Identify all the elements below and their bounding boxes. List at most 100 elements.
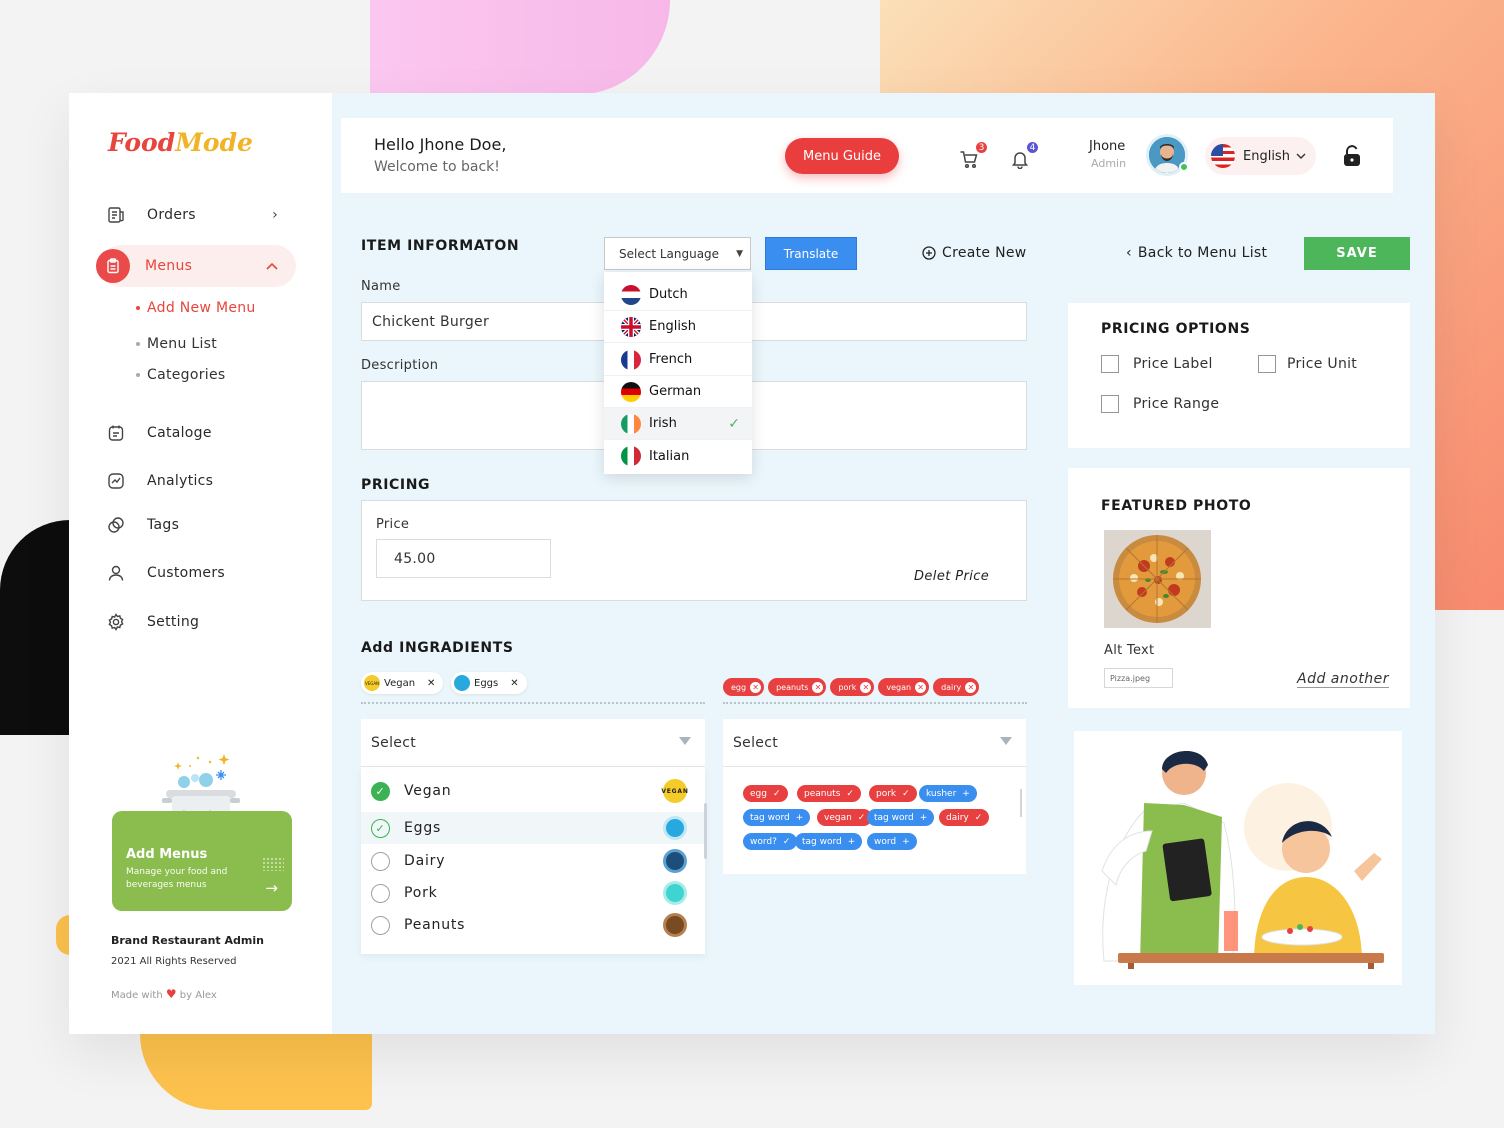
selected-chip-vegan[interactable]: VEGAN Vegan ✕	[361, 672, 444, 694]
price-label-option: Price Label	[1133, 356, 1213, 372]
ingredient-options-list: ✓ Vegan VEGAN ✓ Eggs Dairy Pork Peanuts	[361, 767, 707, 954]
promo-subtitle: Manage your food and beverages menus	[126, 867, 228, 890]
chevron-down-icon	[1296, 151, 1306, 162]
chip-peanuts[interactable]: peanuts ✕	[768, 678, 827, 696]
footer-company: Brand Restaurant Admin	[111, 934, 264, 947]
chevron-left-icon: ‹	[1126, 245, 1132, 261]
online-status-dot	[1179, 162, 1189, 172]
ingredient-option-eggs[interactable]: ✓ Eggs	[361, 812, 705, 844]
language-option-irish[interactable]: Irish ✓	[604, 408, 752, 440]
pricing-options-title: PRICING OPTIONS	[1101, 321, 1251, 337]
item-information-title: ITEM INFORMATON	[361, 238, 520, 254]
peanuts-icon	[663, 913, 687, 937]
save-button[interactable]: SAVE	[1304, 237, 1410, 270]
ingredient-option-vegan[interactable]: ✓ Vegan VEGAN	[361, 775, 705, 807]
selected-chip-eggs[interactable]: Eggs ✕	[451, 672, 527, 694]
tag-egg[interactable]: egg ✓	[743, 785, 788, 802]
sidebar-item-cataloge[interactable]: Cataloge	[100, 412, 296, 454]
french-flag-icon	[621, 349, 641, 370]
brand-logo[interactable]: FoodMode	[108, 128, 253, 157]
price-input[interactable]: 45.00	[376, 539, 551, 578]
scrollbar[interactable]	[1020, 789, 1022, 817]
price-range-checkbox[interactable]	[1101, 395, 1119, 413]
tag-vegan[interactable]: vegan ✓	[817, 809, 873, 826]
tag-kusher[interactable]: kusher +	[919, 785, 977, 802]
language-option-german[interactable]: German	[604, 376, 752, 408]
checked-radio-icon: ✓	[371, 781, 390, 801]
check-icon: ✓	[728, 415, 740, 432]
language-option-italian[interactable]: Italian	[604, 440, 752, 472]
price-range-option: Price Range	[1133, 396, 1220, 412]
eggs-icon	[663, 816, 687, 840]
user-icon	[106, 563, 126, 583]
alt-text-input[interactable]: Pizza.jpeg	[1104, 668, 1173, 688]
notification-button[interactable]: 4	[1007, 140, 1040, 172]
submenu-categories[interactable]: Categories	[136, 367, 225, 383]
language-option-english[interactable]: English	[604, 311, 752, 343]
ingredient-option-pork[interactable]: Pork	[361, 877, 705, 909]
chip-vegan[interactable]: vegan ✕	[878, 678, 930, 696]
tag-tag-word[interactable]: tag word +	[743, 809, 811, 826]
create-new-button[interactable]: Create New	[922, 245, 1027, 261]
submenu-menu-list[interactable]: Menu List	[136, 336, 217, 352]
chip-pork[interactable]: pork ✕	[830, 678, 875, 696]
caret-down-icon: ▼	[736, 249, 743, 259]
sidebar-item-orders[interactable]: Orders ›	[100, 194, 296, 236]
tag-pork[interactable]: pork ✓	[869, 785, 917, 802]
price-label: Price	[376, 517, 410, 532]
add-menus-promo-card[interactable]: Add Menus Manage your food and beverages…	[112, 811, 292, 911]
language-option-french[interactable]: French	[604, 344, 752, 376]
divider	[723, 702, 1027, 704]
italian-flag-icon	[621, 446, 641, 466]
dairy-icon	[663, 849, 687, 873]
sidebar-item-menus[interactable]: Menus	[96, 245, 296, 287]
price-unit-checkbox[interactable]	[1258, 355, 1276, 373]
catalog-icon	[106, 423, 126, 443]
pizza-photo[interactable]	[1104, 530, 1211, 628]
back-to-menu-list-link[interactable]: ‹ Back to Menu List	[1126, 245, 1267, 261]
tag-peanuts[interactable]: peanuts ✓	[797, 785, 861, 802]
tag-dairy[interactable]: dairy ✓	[939, 809, 990, 826]
welcome-text: Welcome to back!	[374, 159, 500, 175]
chip-egg[interactable]: egg ✕	[723, 678, 765, 696]
menu-guide-button[interactable]: Menu Guide	[785, 138, 899, 174]
lock-button[interactable]	[1343, 145, 1363, 167]
sidebar-item-tags[interactable]: Tags	[100, 504, 296, 546]
ingredient-option-peanuts[interactable]: Peanuts	[361, 909, 705, 941]
ingredient-select-right[interactable]: Select	[723, 719, 1026, 767]
check-outline-icon: ✓	[371, 818, 390, 838]
chevron-right-icon: ›	[272, 207, 278, 223]
add-another-link[interactable]: Add another	[1297, 671, 1390, 688]
ingredient-select-left[interactable]: Select	[361, 719, 705, 767]
greeting: Hello Jhone Doe,	[374, 135, 507, 154]
us-flag-icon	[1211, 144, 1235, 168]
scrollbar[interactable]	[704, 803, 707, 859]
eggs-icon	[454, 675, 470, 691]
tag-tag-word[interactable]: tag word +	[795, 833, 863, 850]
background-pink-shape	[370, 0, 670, 95]
language-selector[interactable]: English	[1205, 137, 1316, 175]
price-label-checkbox[interactable]	[1101, 355, 1119, 373]
tag-word-question[interactable]: word? ✓	[743, 833, 798, 850]
promo-title: Add Menus	[126, 847, 208, 862]
language-option-dutch[interactable]: Dutch	[604, 279, 752, 311]
cart-count-badge: 3	[974, 140, 989, 155]
submenu-add-new-menu[interactable]: Add New Menu	[136, 300, 256, 316]
ingredient-option-dairy[interactable]: Dairy	[361, 845, 705, 877]
tag-word[interactable]: word +	[867, 833, 917, 850]
sidebar-item-setting[interactable]: Setting	[100, 601, 296, 643]
cart-button[interactable]: 3	[956, 140, 989, 172]
footer-credit: Made with ♥ by Alex	[111, 987, 217, 1001]
chip-dairy[interactable]: dairy ✕	[933, 678, 980, 696]
delete-price-link[interactable]: Delet Price	[914, 569, 989, 584]
select-language-dropdown[interactable]: Select Language ▼	[604, 237, 751, 270]
translate-button[interactable]: Translate	[765, 237, 857, 270]
arrow-right-icon[interactable]: →	[265, 879, 278, 897]
sidebar-item-analytics[interactable]: Analytics	[100, 460, 296, 502]
divider	[361, 702, 705, 704]
notification-count-badge: 4	[1025, 140, 1040, 155]
sidebar-item-customers[interactable]: Customers	[100, 552, 296, 594]
vegan-badge-icon: VEGAN	[661, 779, 688, 803]
featured-photo-title: FEATURED PHOTO	[1101, 498, 1252, 514]
tag-tag-word[interactable]: tag word +	[867, 809, 935, 826]
